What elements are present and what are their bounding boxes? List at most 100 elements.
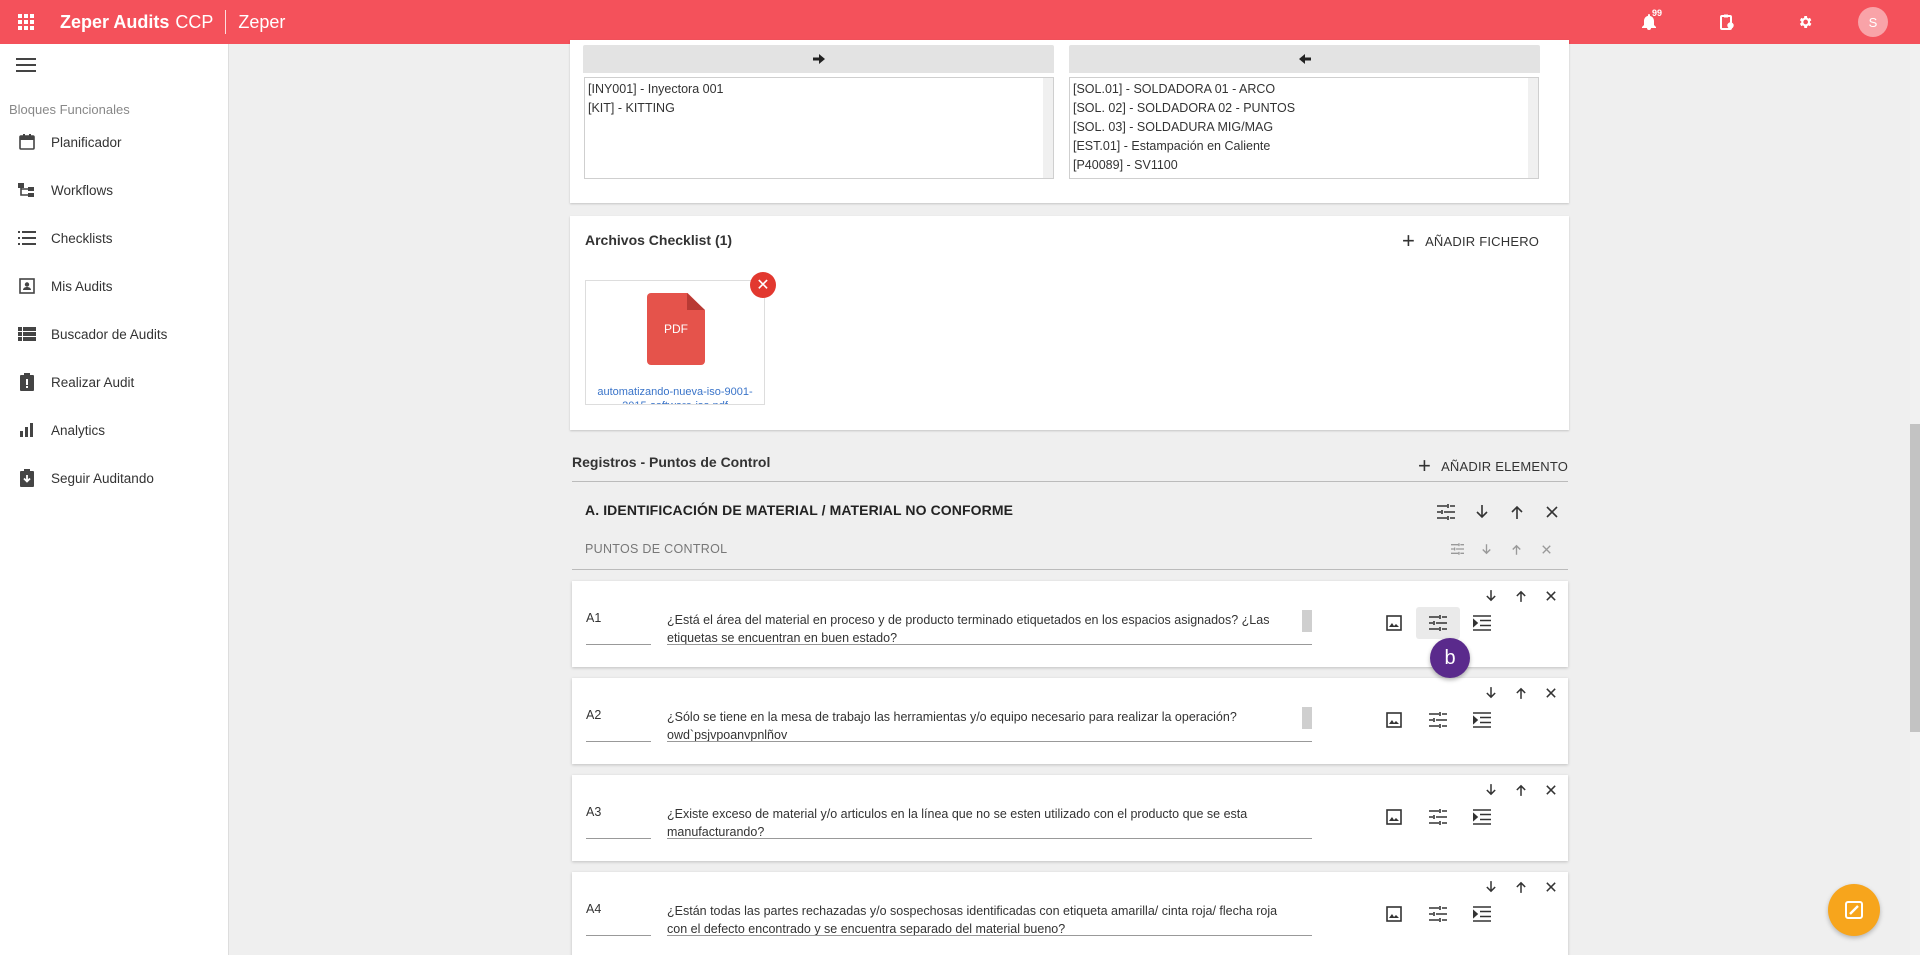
group-header: A. IDENTIFICACIÓN DE MATERIAL / MATERIAL… (572, 490, 1568, 570)
sidebar-item-seguir-auditando[interactable]: Seguir Auditando (0, 460, 229, 496)
question-actions (1372, 607, 1504, 639)
question-code[interactable]: A3 (586, 805, 601, 819)
list-item[interactable]: [SOL. 03] - SOLDADURA MIG/MAG (1073, 118, 1535, 137)
indent-button[interactable] (1460, 898, 1504, 930)
indent-button[interactable] (1460, 801, 1504, 833)
list-item[interactable]: [EST.01] - Estampación en Caliente (1073, 137, 1535, 156)
indent-button[interactable] (1460, 607, 1504, 639)
workflow-icon (0, 182, 51, 198)
floating-action-button[interactable] (1828, 884, 1880, 936)
list-scrollbar[interactable] (1043, 78, 1053, 178)
remove-button[interactable] (1540, 779, 1562, 801)
question-settings-button[interactable] (1416, 704, 1460, 736)
remove-button[interactable] (1540, 585, 1562, 607)
question-card-a1: A1 ¿Está el área del material en proceso… (572, 581, 1568, 667)
subgroup-move-down-button[interactable] (1477, 540, 1495, 558)
notification-count: 99 (1652, 8, 1663, 18)
sidebar-item-mis-audits[interactable]: Mis Audits (0, 268, 229, 304)
sidebar-item-buscador[interactable]: Buscador de Audits (0, 316, 229, 352)
input-underline (586, 838, 651, 839)
tune-icon (1429, 809, 1447, 825)
tune-icon (1437, 504, 1455, 520)
group-remove-button[interactable] (1540, 500, 1564, 524)
arrow-up-icon (1511, 505, 1523, 519)
sidebar-item-realizar-audit[interactable]: Realizar Audit (0, 364, 229, 400)
question-settings-button[interactable] (1416, 801, 1460, 833)
sidebar-item-analytics[interactable]: Analytics (0, 412, 229, 448)
add-element-button[interactable]: + AÑADIR ELEMENTO (1418, 455, 1568, 477)
group-move-down-button[interactable] (1470, 500, 1494, 524)
question-code[interactable]: A2 (586, 708, 601, 722)
sidebar-item-workflows[interactable]: Workflows (0, 172, 229, 208)
add-image-button[interactable] (1372, 898, 1416, 930)
sidebar-item-planificador[interactable]: Planificador (0, 124, 229, 160)
subgroup-remove-button[interactable] (1537, 540, 1555, 558)
gear-icon (1799, 16, 1812, 28)
list-item[interactable]: [KIT] - KITTING (588, 99, 1050, 118)
text-scrollbar[interactable] (1302, 707, 1312, 729)
move-up-button[interactable] (1510, 682, 1532, 704)
question-code[interactable]: A1 (586, 611, 601, 625)
move-up-button[interactable] (1510, 585, 1532, 607)
move-up-button[interactable] (1510, 779, 1532, 801)
tune-icon (1450, 543, 1464, 555)
brand-divider (225, 10, 227, 34)
move-down-button[interactable] (1480, 682, 1502, 704)
list-item[interactable]: [INY001] - Inyectora 001 (588, 80, 1050, 99)
list-item[interactable]: [SOL. 02] - SOLDADORA 02 - PUNTOS (1073, 99, 1535, 118)
question-text[interactable]: ¿Está el área del material en proceso y … (667, 611, 1297, 647)
notifications-button[interactable]: 99 (1610, 0, 1688, 44)
list-icon (0, 231, 51, 245)
list-item[interactable]: [P40089] - SV1100 (1073, 156, 1535, 175)
user-avatar[interactable]: S (1858, 7, 1888, 37)
subgroup-title: PUNTOS DE CONTROL (585, 542, 728, 556)
sidebar-section-title: Bloques Funcionales (9, 102, 130, 117)
close-icon (1546, 688, 1556, 698)
move-down-button[interactable] (1480, 779, 1502, 801)
sidebar-item-label: Planificador (51, 134, 122, 150)
question-text[interactable]: ¿Sólo se tiene en la mesa de trabajo las… (667, 708, 1297, 744)
add-image-button[interactable] (1372, 801, 1416, 833)
move-right-button[interactable] (583, 45, 1054, 73)
text-scrollbar[interactable] (1302, 610, 1312, 632)
subgroup-move-up-button[interactable] (1507, 540, 1525, 558)
clipboard-button[interactable] (1688, 0, 1766, 44)
file-tile[interactable]: PDF automatizando-nueva-iso-9001-2015-so… (585, 280, 765, 405)
group-settings-button[interactable] (1434, 500, 1458, 524)
available-assets-list[interactable]: [INY001] - Inyectora 001 [KIT] - KITTING (584, 77, 1054, 179)
group-move-up-button[interactable] (1505, 500, 1529, 524)
remove-button[interactable] (1540, 876, 1562, 898)
remove-file-button[interactable]: ✕ (750, 272, 776, 298)
add-file-button[interactable]: + AÑADIR FICHERO (1402, 230, 1539, 252)
top-app-bar: Zeper Audits CCP Zeper 99 S (0, 0, 1920, 44)
question-settings-button[interactable] (1416, 898, 1460, 930)
move-down-button[interactable] (1480, 876, 1502, 898)
move-left-button[interactable] (1069, 45, 1540, 73)
selected-assets-list[interactable]: [SOL.01] - SOLDADORA 01 - ARCO [SOL. 02]… (1069, 77, 1539, 179)
app-suffix: CCP (175, 11, 214, 32)
question-code[interactable]: A4 (586, 902, 601, 916)
add-image-button[interactable] (1372, 607, 1416, 639)
add-image-button[interactable] (1372, 704, 1416, 736)
list-item[interactable]: [SOL.01] - SOLDADORA 01 - ARCO (1073, 80, 1535, 99)
sidebar-item-checklists[interactable]: Checklists (0, 220, 229, 256)
subgroup-settings-button[interactable] (1448, 540, 1466, 558)
settings-button[interactable] (1766, 0, 1844, 44)
hamburger-menu-icon[interactable] (16, 58, 36, 76)
indent-button[interactable] (1460, 704, 1504, 736)
move-down-button[interactable] (1480, 585, 1502, 607)
question-text[interactable]: ¿Están todas las partes rechazadas y/o s… (667, 902, 1297, 938)
move-up-button[interactable] (1510, 876, 1532, 898)
apps-grid-icon[interactable] (0, 0, 52, 44)
file-name-link[interactable]: automatizando-nueva-iso-9001-2015-softwa… (586, 385, 764, 404)
clipboard-alert-icon (0, 373, 51, 391)
sidebar-item-label: Checklists (51, 230, 113, 246)
question-settings-button[interactable] (1416, 607, 1460, 639)
remove-button[interactable] (1540, 682, 1562, 704)
page-scrollbar-thumb[interactable] (1910, 424, 1920, 732)
add-file-label: AÑADIR FICHERO (1425, 233, 1540, 249)
question-text[interactable]: ¿Existe exceso de material y/o articulos… (667, 805, 1297, 841)
list-scrollbar[interactable] (1528, 78, 1538, 178)
question-order-controls (1480, 682, 1562, 704)
input-underline (586, 741, 651, 742)
